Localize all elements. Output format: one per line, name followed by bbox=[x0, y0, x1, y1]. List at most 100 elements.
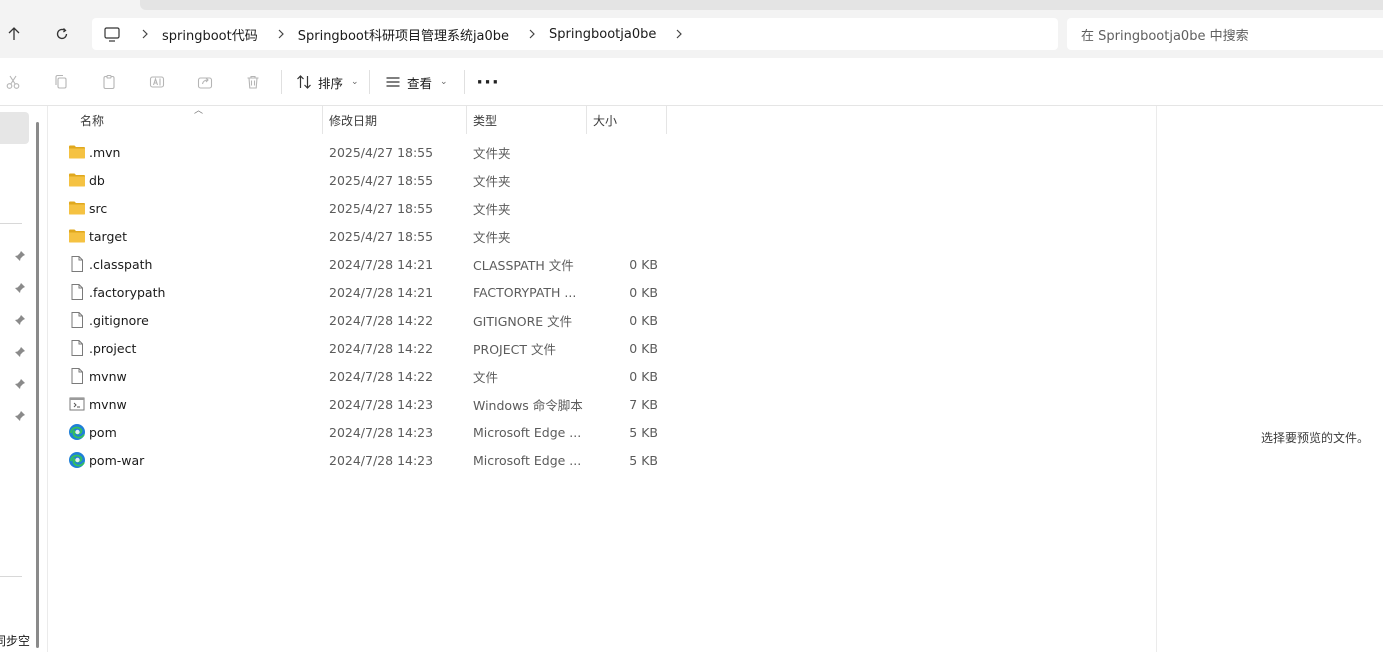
pin-icon[interactable] bbox=[14, 250, 26, 262]
file-modified-date: 2024/7/28 14:23 bbox=[329, 424, 434, 440]
file-name: pom bbox=[89, 424, 117, 440]
file-row[interactable]: target 2025/4/27 18:55 文件夹 bbox=[48, 222, 668, 250]
column-header-name[interactable]: 名称 bbox=[80, 106, 104, 134]
file-size: 0 KB bbox=[629, 256, 658, 272]
file-type: Windows 命令脚本 bbox=[473, 397, 583, 413]
arrow-up-icon bbox=[8, 27, 20, 40]
file-modified-date: 2024/7/28 14:23 bbox=[329, 396, 434, 412]
address-field[interactable]: springboot代码 Springboot科研项目管理系统ja0be Spr… bbox=[92, 18, 1058, 50]
file-modified-date: 2025/4/27 18:55 bbox=[329, 172, 434, 188]
search-input[interactable]: 在 Springbootja0be 中搜索 bbox=[1067, 18, 1383, 50]
rename-button[interactable] bbox=[147, 72, 167, 92]
file-icon bbox=[68, 367, 86, 385]
chevron-right-icon[interactable] bbox=[130, 29, 160, 39]
toolbar-divider bbox=[281, 70, 282, 94]
file-name: .factorypath bbox=[89, 284, 166, 300]
file-type: 文件夹 bbox=[473, 229, 511, 245]
file-type: PROJECT 文件 bbox=[473, 341, 556, 357]
file-name: .gitignore bbox=[89, 312, 149, 328]
file-name: .classpath bbox=[89, 256, 153, 272]
file-name: mvnw bbox=[89, 396, 127, 412]
chevron-right-icon[interactable] bbox=[664, 29, 694, 39]
file-name: pom-war bbox=[89, 452, 145, 468]
nav-selected-item[interactable] bbox=[0, 112, 29, 144]
sort-ascending-icon: ︿ bbox=[194, 106, 204, 116]
folder-icon bbox=[68, 199, 86, 217]
folder-icon bbox=[68, 171, 86, 189]
file-row[interactable]: .project 2024/7/28 14:22 PROJECT 文件 0 KB bbox=[48, 334, 668, 362]
column-header-size[interactable]: 大小 bbox=[593, 106, 617, 134]
search-placeholder: 在 Springbootja0be 中搜索 bbox=[1081, 28, 1249, 44]
file-icon bbox=[68, 255, 86, 273]
column-divider[interactable] bbox=[322, 106, 323, 134]
file-row[interactable]: .mvn 2025/4/27 18:55 文件夹 bbox=[48, 138, 668, 166]
file-row[interactable]: mvnw 2024/7/28 14:23 Windows 命令脚本 7 KB bbox=[48, 390, 668, 418]
sort-arrows-icon bbox=[297, 75, 311, 89]
file-icon bbox=[68, 283, 86, 301]
copy-button[interactable] bbox=[51, 72, 71, 92]
refresh-button[interactable] bbox=[50, 22, 74, 46]
file-list: ︿ 名称 修改日期 类型 大小 .mvn 2025/4/27 18:55 文件夹 db… bbox=[48, 106, 1156, 652]
nav-scrollbar[interactable] bbox=[36, 122, 39, 648]
edge-icon bbox=[68, 451, 86, 469]
file-type: Microsoft Edge ... bbox=[473, 452, 582, 468]
computer-icon bbox=[104, 25, 122, 43]
command-bar: 排序 ⌄ 查看 ⌄ ··· bbox=[0, 58, 1383, 106]
more-options-button[interactable]: ··· bbox=[476, 71, 500, 93]
share-button[interactable] bbox=[195, 72, 215, 92]
file-row[interactable]: .classpath 2024/7/28 14:21 CLASSPATH 文件 0 K… bbox=[48, 250, 668, 278]
nav-divider bbox=[0, 223, 22, 224]
column-divider[interactable] bbox=[666, 106, 667, 134]
pin-icon[interactable] bbox=[14, 314, 26, 326]
file-type: FACTORYPATH ... bbox=[473, 284, 577, 300]
delete-button[interactable] bbox=[243, 72, 263, 92]
folder-icon bbox=[68, 227, 86, 245]
column-divider[interactable] bbox=[586, 106, 587, 134]
address-bar-region: springboot代码 Springboot科研项目管理系统ja0be Spr… bbox=[0, 0, 1383, 58]
sort-menu-button[interactable]: 排序 ⌄ bbox=[296, 70, 359, 94]
file-type: 文件夹 bbox=[473, 173, 511, 189]
column-divider[interactable] bbox=[466, 106, 467, 134]
file-type: Microsoft Edge ... bbox=[473, 424, 582, 440]
file-row[interactable]: db 2025/4/27 18:55 文件夹 bbox=[48, 166, 668, 194]
file-row[interactable]: pom-war 2024/7/28 14:23 Microsoft Edge ...… bbox=[48, 446, 668, 474]
file-name: mvnw bbox=[89, 368, 127, 384]
column-header-modified[interactable]: 修改日期 bbox=[329, 106, 377, 134]
file-icon bbox=[68, 311, 86, 329]
chevron-right-icon[interactable] bbox=[266, 29, 296, 39]
more-dots-icon: ··· bbox=[476, 71, 500, 93]
file-size: 5 KB bbox=[629, 424, 658, 440]
column-header-type[interactable]: 类型 bbox=[473, 106, 497, 134]
file-name: db bbox=[89, 172, 105, 188]
pin-icon[interactable] bbox=[14, 378, 26, 390]
file-row[interactable]: .factorypath 2024/7/28 14:21 FACTORYPATH .… bbox=[48, 278, 668, 306]
sort-label: 排序 bbox=[318, 75, 344, 91]
file-type: GITIGNORE 文件 bbox=[473, 313, 573, 329]
file-icon bbox=[68, 339, 86, 357]
pin-icon[interactable] bbox=[14, 410, 26, 422]
file-row[interactable]: .gitignore 2024/7/28 14:22 GITIGNORE 文件 0 K… bbox=[48, 306, 668, 334]
pin-icon[interactable] bbox=[14, 346, 26, 358]
file-size: 0 KB bbox=[629, 340, 658, 356]
file-name: target bbox=[89, 228, 128, 244]
breadcrumb-project[interactable]: Springboot科研项目管理系统ja0be bbox=[296, 25, 511, 44]
toolbar-divider bbox=[464, 70, 465, 94]
toolbar-divider bbox=[369, 70, 370, 94]
cut-button[interactable] bbox=[3, 72, 23, 92]
file-size: 0 KB bbox=[629, 284, 658, 300]
file-size: 5 KB bbox=[629, 452, 658, 468]
up-button[interactable] bbox=[2, 22, 26, 46]
paste-button[interactable] bbox=[99, 72, 119, 92]
scissors-icon bbox=[6, 75, 20, 89]
chevron-right-icon[interactable] bbox=[517, 29, 547, 39]
pin-icon[interactable] bbox=[14, 282, 26, 294]
nav-item-sync-space[interactable]: 同步空 bbox=[0, 632, 32, 649]
file-row[interactable]: src 2025/4/27 18:55 文件夹 bbox=[48, 194, 668, 222]
file-row[interactable]: mvnw 2024/7/28 14:22 文件 0 KB bbox=[48, 362, 668, 390]
file-row[interactable]: pom 2024/7/28 14:23 Microsoft Edge ... 5 KB bbox=[48, 418, 668, 446]
breadcrumb-springboot-code[interactable]: springboot代码 bbox=[160, 25, 260, 44]
chevron-down-icon: ⌄ bbox=[351, 77, 359, 87]
breadcrumb-current-folder[interactable]: Springbootja0be bbox=[547, 27, 658, 42]
file-type: 文件 bbox=[473, 369, 499, 385]
view-menu-button[interactable]: 查看 ⌄ bbox=[385, 70, 448, 94]
